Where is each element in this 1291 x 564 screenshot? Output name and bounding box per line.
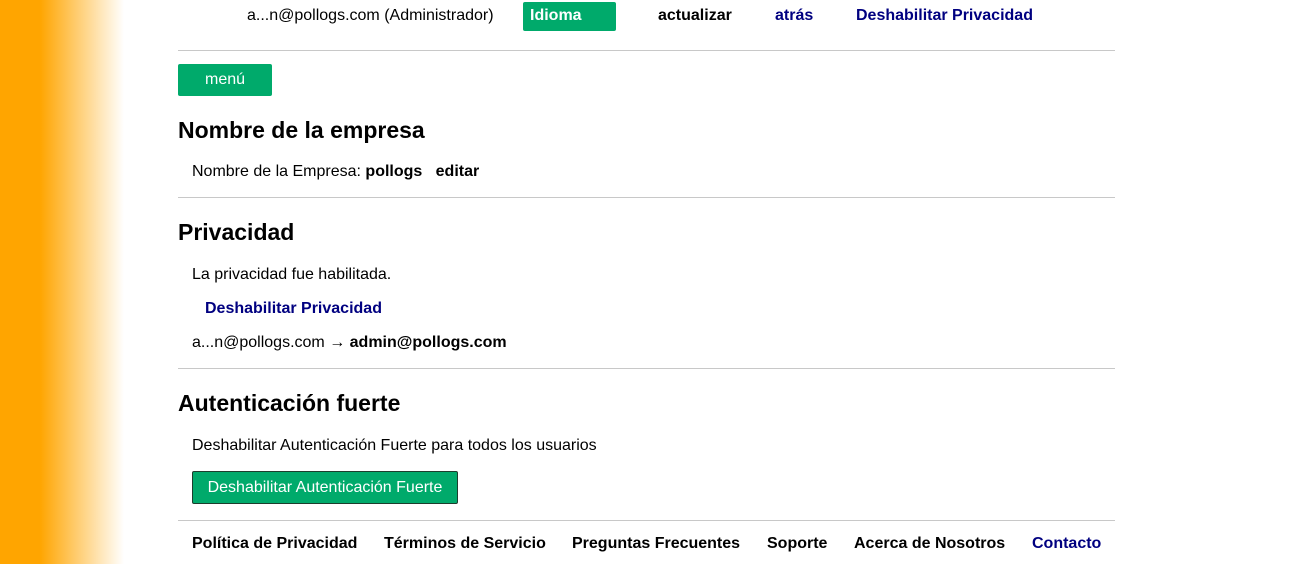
- privacy-section-title: Privacidad: [178, 219, 295, 245]
- disable-strong-auth-button[interactable]: Deshabilitar Autenticación Fuerte: [192, 471, 458, 504]
- footer-contact-link[interactable]: Contacto: [1032, 535, 1101, 553]
- footer-terms-link[interactable]: Términos de Servicio: [384, 535, 546, 553]
- auth-description: Deshabilitar Autenticación Fuerte para t…: [192, 437, 597, 454]
- auth-section-title: Autenticación fuerte: [178, 390, 401, 416]
- company-name-label: Nombre de la Empresa:: [192, 163, 361, 180]
- company-section-title: Nombre de la empresa: [178, 117, 425, 143]
- divider: [178, 520, 1115, 521]
- divider: [178, 368, 1115, 369]
- divider: [178, 197, 1115, 198]
- company-name-row: Nombre de la Empresa: pollogs editar: [192, 163, 479, 181]
- divider: [178, 50, 1115, 51]
- email-mapping-row: a...n@pollogs.com → admin@pollogs.com: [192, 334, 507, 352]
- current-user: a...n@pollogs.com (Administrador): [247, 7, 494, 24]
- footer-about-link[interactable]: Acerca de Nosotros: [854, 535, 1005, 553]
- real-email: admin@pollogs.com: [349, 334, 507, 351]
- top-bar: a...n@pollogs.com (Administrador) Idioma…: [0, 0, 1291, 34]
- refresh-link[interactable]: actualizar: [658, 7, 732, 25]
- left-gradient-bar: [0, 0, 124, 564]
- footer: Política de Privacidad Términos de Servi…: [0, 535, 1291, 555]
- language-button[interactable]: Idioma: [523, 2, 616, 31]
- disable-privacy-link-top[interactable]: Deshabilitar Privacidad: [856, 7, 1033, 25]
- footer-privacy-policy-link[interactable]: Política de Privacidad: [192, 535, 357, 553]
- disable-privacy-link-label[interactable]: Deshabilitar Privacidad: [205, 300, 382, 317]
- privacy-status: La privacidad fue habilitada.: [192, 266, 392, 283]
- masked-email: a...n@pollogs.com: [192, 334, 325, 351]
- back-link[interactable]: atrás: [775, 7, 813, 25]
- menu-button[interactable]: menú: [178, 64, 272, 96]
- footer-faq-link[interactable]: Preguntas Frecuentes: [572, 535, 740, 553]
- edit-company-link[interactable]: editar: [436, 163, 480, 180]
- footer-support-link[interactable]: Soporte: [767, 535, 827, 553]
- arrow-icon: →: [329, 334, 346, 351]
- company-name-value: pollogs: [365, 163, 423, 180]
- disable-privacy-link[interactable]: Deshabilitar Privacidad: [205, 300, 382, 318]
